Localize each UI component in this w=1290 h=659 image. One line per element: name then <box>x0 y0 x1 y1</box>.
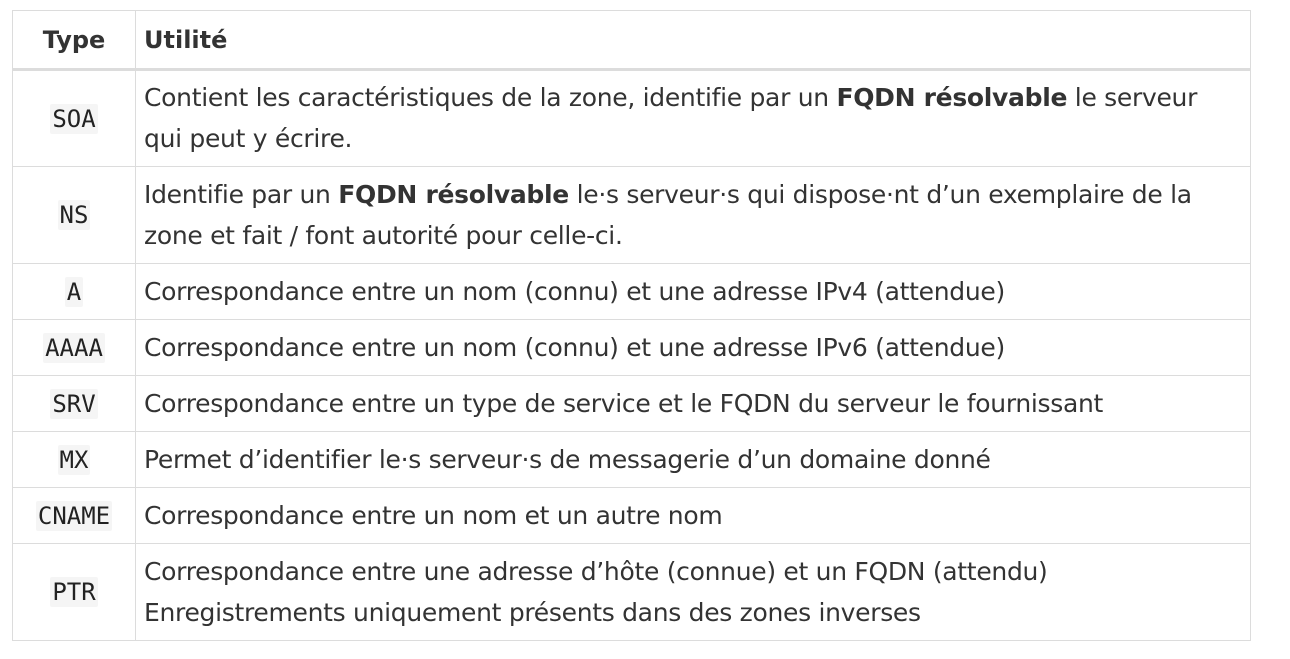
type-cell: SOA <box>12 69 136 167</box>
utility-cell: Contient les caractéristiques de la zone… <box>135 69 1251 167</box>
utility-text: Contient les caractéristiques de la zone… <box>144 83 837 112</box>
type-cell: NS <box>12 166 136 264</box>
record-type: AAAA <box>43 332 105 363</box>
record-type: PTR <box>50 577 98 607</box>
type-cell: PTR <box>12 543 136 641</box>
type-cell: SRV <box>12 375 136 432</box>
header-utility: Utilité <box>135 10 1251 71</box>
utility-bold: FQDN résolvable <box>338 179 569 209</box>
table-row: PTR Correspondance entre une adresse d’h… <box>12 543 1251 641</box>
utility-cell: Correspondance entre un nom et un autre … <box>135 487 1251 544</box>
utility-cell: Correspondance entre un type de service … <box>135 375 1251 432</box>
record-type: SOA <box>50 103 98 134</box>
table-row: MX Permet d’identifier le·s serveur·s de… <box>12 431 1251 488</box>
table-row: CNAME Correspondance entre un nom et un … <box>12 487 1251 544</box>
type-cell: CNAME <box>12 487 136 544</box>
table-row: A Correspondance entre un nom (connu) et… <box>12 263 1251 320</box>
type-cell: MX <box>12 431 136 488</box>
record-type: MX <box>57 444 91 475</box>
record-type: A <box>64 276 84 307</box>
table-header-row: Type Utilité <box>12 10 1251 71</box>
header-type: Type <box>12 10 136 71</box>
utility-cell: Identifie par un FQDN résolvable le·s se… <box>135 166 1251 264</box>
record-type: CNAME <box>35 500 113 531</box>
utility-line: Enregistrements uniquement présents dans… <box>144 597 921 627</box>
table-row: SOA Contient les caractéristiques de la … <box>12 69 1251 167</box>
utility-line: Correspondance entre une adresse d’hôte … <box>144 556 1048 586</box>
table-row: SRV Correspondance entre un type de serv… <box>12 375 1251 432</box>
utility-cell: Correspondance entre une adresse d’hôte … <box>135 543 1251 641</box>
utility-cell: Permet d’identifier le·s serveur·s de me… <box>135 431 1251 488</box>
dns-records-table-container: Type Utilité SOA Contient les caractéris… <box>12 10 1251 641</box>
table-row: AAAA Correspondance entre un nom (connu)… <box>12 319 1251 376</box>
record-type: NS <box>57 200 91 230</box>
type-cell: AAAA <box>12 319 136 376</box>
type-cell: A <box>12 263 136 320</box>
table-row: NS Identifie par un FQDN résolvable le·s… <box>12 166 1251 264</box>
utility-bold: FQDN résolvable <box>836 83 1068 112</box>
utility-cell: Correspondance entre un nom (connu) et u… <box>135 263 1251 320</box>
dns-records-table: Type Utilité SOA Contient les caractéris… <box>12 10 1251 641</box>
record-type: SRV <box>50 388 98 419</box>
utility-cell: Correspondance entre un nom (connu) et u… <box>135 319 1251 376</box>
utility-text: Identifie par un <box>144 179 339 209</box>
